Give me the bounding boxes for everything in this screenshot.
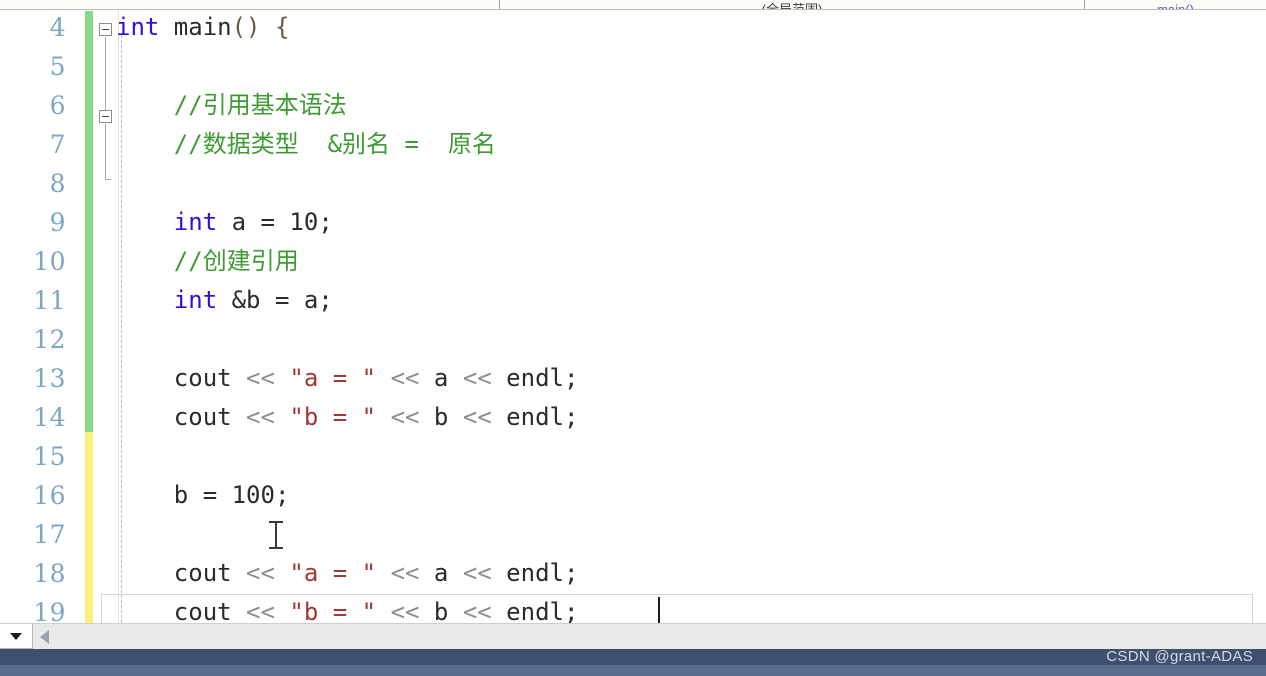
- code-line[interactable]: [0, 515, 1266, 554]
- code-token-op: <<: [462, 403, 492, 431]
- code-token-pl: cout: [116, 598, 247, 623]
- code-token-op: <<: [390, 403, 420, 431]
- code-token-op: <<: [462, 559, 492, 587]
- arrow-left-icon[interactable]: [40, 629, 49, 644]
- code-token-op: <<: [390, 598, 420, 623]
- text-caret: [658, 597, 660, 623]
- code-token-num: 100: [231, 481, 275, 509]
- code-line[interactable]: int a = 10;: [0, 203, 1266, 242]
- code-line[interactable]: //创建引用: [0, 242, 1266, 281]
- code-token-op: <<: [246, 559, 275, 587]
- code-line-text: //引用基本语法: [0, 86, 347, 125]
- horizontal-scrollbar[interactable]: [33, 623, 1266, 650]
- code-token-str: "a = ": [289, 559, 377, 587]
- code-token-pl: a: [419, 364, 463, 392]
- code-line-text: //数据类型 &别名 = 原名: [0, 125, 496, 164]
- code-line-text: int a = 10;: [0, 203, 333, 242]
- code-token-pl: cout: [116, 364, 247, 392]
- code-token-op: <<: [462, 364, 492, 392]
- navbar-member-dropdown[interactable]: main(): [1085, 0, 1266, 9]
- code-token-pl: b =: [116, 481, 232, 509]
- code-token-num: 10: [289, 208, 319, 236]
- code-token-pl: ;: [274, 481, 290, 509]
- code-line[interactable]: [0, 437, 1266, 476]
- editor-split-dropdown-button[interactable]: [0, 624, 33, 649]
- watermark-strip: CSDN @grant-ADAS: [0, 649, 1266, 676]
- vs-code-editor-window: (全局范围) main() 45678910111213141516171819: [0, 0, 1266, 676]
- code-line[interactable]: cout << "a = " << a << endl;: [0, 554, 1266, 593]
- code-editor-surface[interactable]: 4 5 6 7 8 9 10 11 12 13 14 15 16 17 18 19 int main() { …: [0, 11, 1266, 623]
- code-token-str: "b = ": [289, 403, 377, 431]
- code-token-kw: int: [173, 208, 218, 236]
- code-text-area[interactable]: int main() { //引用基本语法 //数据类型 &别名 = 原名 in…: [0, 11, 1266, 623]
- code-token-kw: int: [173, 286, 218, 314]
- code-line-text: cout << "a = " << a << endl;: [0, 554, 579, 593]
- code-token-pl: endl;: [491, 364, 579, 392]
- code-line-text: int &b = a;: [0, 281, 333, 320]
- code-line[interactable]: cout << "b = " << b << endl;: [0, 398, 1266, 437]
- code-token-str: "b = ": [289, 598, 377, 623]
- code-line-text: int main() {: [0, 11, 289, 47]
- code-token-cmt: //数据类型 &别名 = 原名: [116, 130, 496, 158]
- ibeam-cursor-icon: [268, 519, 284, 551]
- code-token-pl: main: [159, 13, 232, 41]
- code-token-pl: endl;: [491, 403, 579, 431]
- code-token-op: <<: [246, 598, 275, 623]
- code-token-pl: cout: [116, 559, 247, 587]
- navbar-scope-dropdown[interactable]: (全局范围): [500, 0, 1085, 9]
- code-line[interactable]: cout << "a = " << a << endl;: [0, 359, 1266, 398]
- code-token-pl: a: [419, 559, 463, 587]
- code-token-op: <<: [390, 559, 420, 587]
- code-token-pl: &b = a;: [217, 286, 333, 314]
- code-line[interactable]: b = 100;: [0, 476, 1266, 515]
- code-token-op: <<: [246, 364, 275, 392]
- code-token-pl: endl;: [491, 559, 579, 587]
- horizontal-scroll-row: [0, 623, 1266, 650]
- code-line[interactable]: [0, 320, 1266, 359]
- code-token-op: <<: [462, 598, 492, 623]
- code-token-op: <<: [246, 403, 275, 431]
- code-line[interactable]: cout << "b = " << b << endl;: [0, 593, 1266, 623]
- code-token-cmt: //引用基本语法: [116, 91, 347, 119]
- editor-navigation-bar: (全局范围) main(): [0, 0, 1266, 10]
- code-line-text: b = 100;: [0, 476, 290, 515]
- code-line[interactable]: int main() {: [0, 11, 1266, 47]
- code-line-text: cout << "b = " << b << endl;: [0, 398, 579, 437]
- code-line[interactable]: //数据类型 &别名 = 原名: [0, 125, 1266, 164]
- code-line[interactable]: [0, 164, 1266, 203]
- code-token-pl: b: [419, 598, 463, 623]
- code-token-pl: b: [419, 403, 463, 431]
- code-token-op: <<: [390, 364, 420, 392]
- code-token-pl: endl;: [491, 598, 579, 623]
- navbar-scope-label: (全局范围): [762, 3, 823, 9]
- code-token-str: "a = ": [289, 364, 377, 392]
- chevron-down-icon: [10, 632, 22, 640]
- navbar-member-label: main(): [1157, 3, 1194, 9]
- code-line[interactable]: //引用基本语法: [0, 86, 1266, 125]
- code-line[interactable]: [0, 47, 1266, 86]
- code-token-brace: () {: [231, 13, 290, 41]
- watermark-band: CSDN @grant-ADAS: [0, 649, 1266, 665]
- code-token-pl: a =: [217, 208, 290, 236]
- code-line-text: //创建引用: [0, 242, 299, 281]
- navbar-file-dropdown[interactable]: [0, 0, 500, 9]
- code-line-text: cout << "b = " << b << endl;: [0, 593, 579, 623]
- watermark-text: CSDN @grant-ADAS: [1106, 649, 1253, 665]
- code-token-kw: int: [116, 13, 160, 41]
- code-token-pl: cout: [116, 403, 247, 431]
- code-line[interactable]: int &b = a;: [0, 281, 1266, 320]
- code-line-text: cout << "a = " << a << endl;: [0, 359, 579, 398]
- code-token-pl: ;: [318, 208, 333, 236]
- code-token-cmt: //创建引用: [116, 247, 299, 275]
